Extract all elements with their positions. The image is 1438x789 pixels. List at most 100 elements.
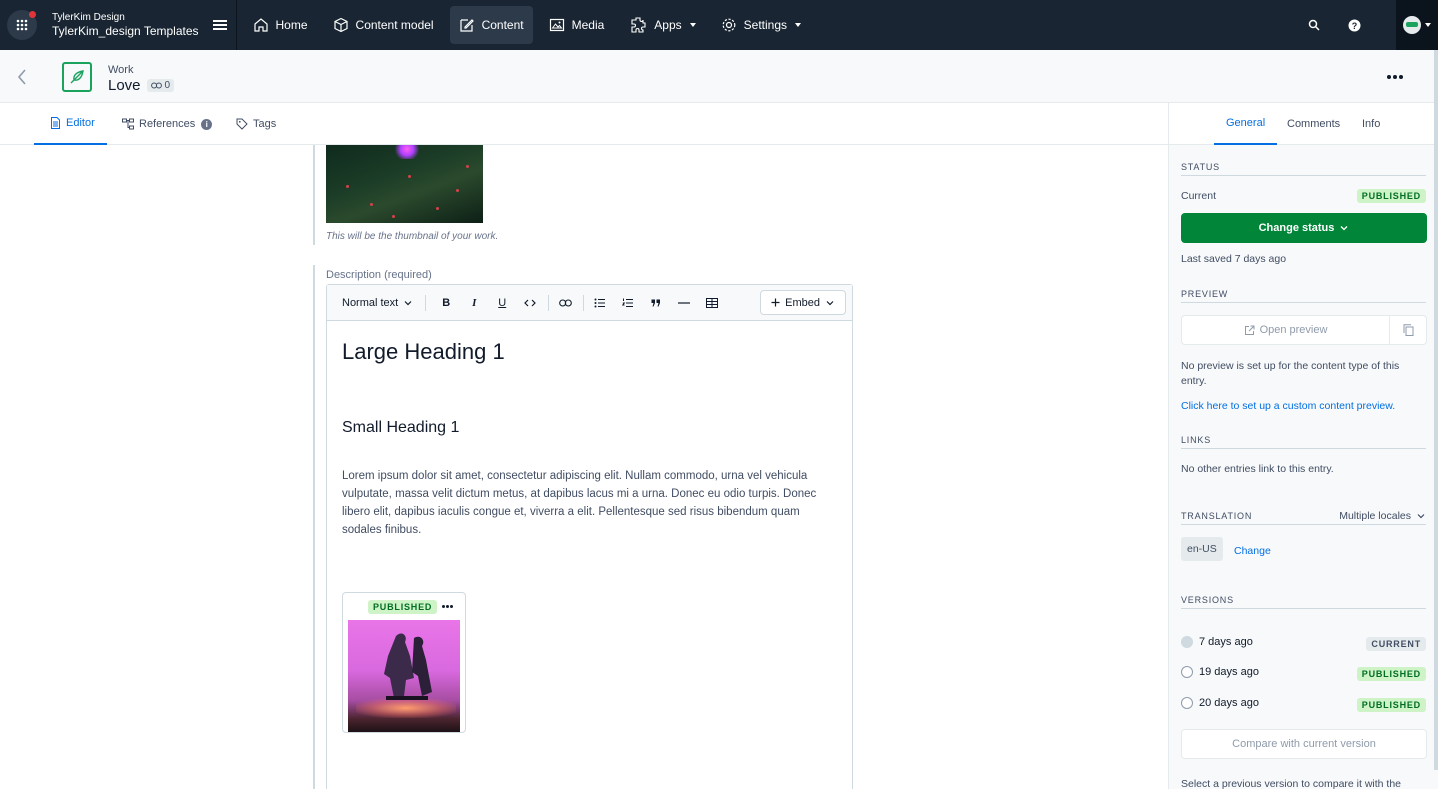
compare-versions-button[interactable]: Compare with current version [1181,729,1427,759]
chevron-down-icon [1417,514,1425,519]
content-model-icon [333,17,348,33]
version-date: 7 days ago [1199,636,1253,648]
tab-tags[interactable]: Tags [236,103,276,145]
current-status-label: Current [1181,190,1217,202]
version-status-badge: PUBLISHED [1356,698,1426,712]
reference-count-badge: 0 [146,79,175,92]
open-preview-button[interactable]: Open preview [1182,316,1390,344]
version-date: 20 days ago [1199,697,1259,709]
status-section-title: STATUS [1181,162,1426,176]
hyperlink-button[interactable] [551,293,579,313]
underline-button[interactable]: U [488,293,516,313]
rich-text-editor[interactable]: Normal text B I U Embed Large Heading 1 … [326,284,853,789]
thumbnail-detail [392,215,395,218]
entry-sidebar: General Comments Info STATUS Current PUB… [1168,103,1438,789]
plus-icon [771,298,780,307]
bulleted-list-button[interactable] [586,293,614,313]
apps-icon [631,17,646,33]
content-type-name: Work [108,64,134,76]
embed-button[interactable]: Embed [760,290,846,315]
thumbnail-detail [346,185,349,188]
space-switcher[interactable]: TylerKim Design TylerKim_design Template… [52,12,199,38]
change-locale-link[interactable]: Change [1234,545,1271,557]
embed-button-label: Embed [785,296,820,309]
account-menu[interactable] [1396,0,1438,50]
body-paragraph: Lorem ipsum dolor sit amet, consectetur … [342,470,817,536]
nav-content-model[interactable]: Content model [324,6,443,44]
embedded-asset-image [348,620,460,732]
editor-tabs: Editor References i Tags [0,103,1168,145]
chevron-down-icon [404,300,412,305]
more-options-button[interactable] [1386,75,1404,79]
tab-references-label: References [139,118,196,130]
org-name: TylerKim Design [52,11,125,23]
table-icon [706,297,719,308]
asset-image-figures [384,633,432,700]
copy-preview-link-button[interactable] [1390,316,1426,344]
horizontal-rule-icon [678,301,691,304]
app-launcher-button[interactable] [7,10,37,40]
locale-mode-dropdown[interactable]: Multiple locales [1339,510,1426,522]
sidebar-tab-comments[interactable]: Comments [1287,103,1340,145]
sidebar-tab-general[interactable]: General [1214,103,1278,145]
quote-button[interactable] [642,293,670,313]
numbered-list-button[interactable] [614,293,642,313]
asset-more-button[interactable] [441,605,453,608]
document-icon [51,117,60,129]
top-navigation: TylerKim Design TylerKim_design Template… [0,0,1438,50]
sidebar-tab-info[interactable]: Info [1362,103,1380,145]
search-button[interactable] [1294,0,1334,50]
nav-settings[interactable]: Settings [712,6,810,44]
version-radio[interactable] [1181,697,1193,709]
nav-media[interactable]: Media [540,6,614,44]
embedded-asset-card[interactable]: PUBLISHED [342,592,466,733]
versions-hint: Select a previous version to compare it … [1181,778,1402,789]
thumbnail-detail [466,165,469,168]
toolbar-divider [583,294,585,311]
nav-settings-label: Settings [743,18,788,32]
chevron-down-icon [795,23,802,27]
grid-icon [16,19,28,31]
tab-editor-label: Editor [66,117,95,129]
content-icon [459,19,474,32]
change-status-button[interactable]: Change status [1181,213,1427,243]
rich-text-toolbar: Normal text B I U Embed [327,285,852,321]
bold-button[interactable]: B [432,293,460,313]
tab-references[interactable]: References i [122,103,213,145]
nav-apps[interactable]: Apps [620,6,704,44]
version-radio[interactable] [1181,666,1193,678]
chevron-down-icon [689,23,696,27]
link-icon [558,298,572,307]
entry-title: Love 0 [108,77,175,94]
table-button[interactable] [698,293,726,313]
menu-icon[interactable] [212,18,227,32]
nav-content[interactable]: Content [449,6,533,44]
help-button[interactable]: ? [1334,0,1374,50]
code-button[interactable] [516,293,544,313]
italic-button[interactable]: I [460,293,488,313]
thumbnail-image[interactable] [326,145,483,223]
back-button[interactable] [14,67,30,90]
version-status-badge: CURRENT [1366,637,1426,651]
space-name: TylerKim_design Templates [52,23,199,38]
locale-mode-value: Multiple locales [1339,510,1411,522]
external-link-icon [1244,325,1255,335]
setup-preview-link[interactable]: Click here to set up a custom content pr… [1181,400,1395,412]
tab-tags-label: Tags [253,118,277,130]
page-scrollbar[interactable] [1434,50,1438,770]
text-style-dropdown[interactable]: Normal text [342,297,413,309]
quote-icon [651,299,661,306]
horizontal-rule-button[interactable] [670,293,698,313]
nav-home-label: Home [275,18,308,32]
feather-icon [70,70,84,84]
version-radio[interactable] [1181,636,1193,648]
toolbar-divider [548,294,550,311]
status-badge: PUBLISHED [368,600,438,614]
preview-section-title: PREVIEW [1181,289,1426,303]
nav-home[interactable]: Home [244,6,317,44]
tab-editor[interactable]: Editor [34,103,107,145]
notification-dot [29,11,36,18]
description-label: Description (required) [326,269,432,281]
thumbnail-help-text: This will be the thumbnail of your work. [326,231,499,242]
locale-chip: en-US [1181,537,1223,561]
